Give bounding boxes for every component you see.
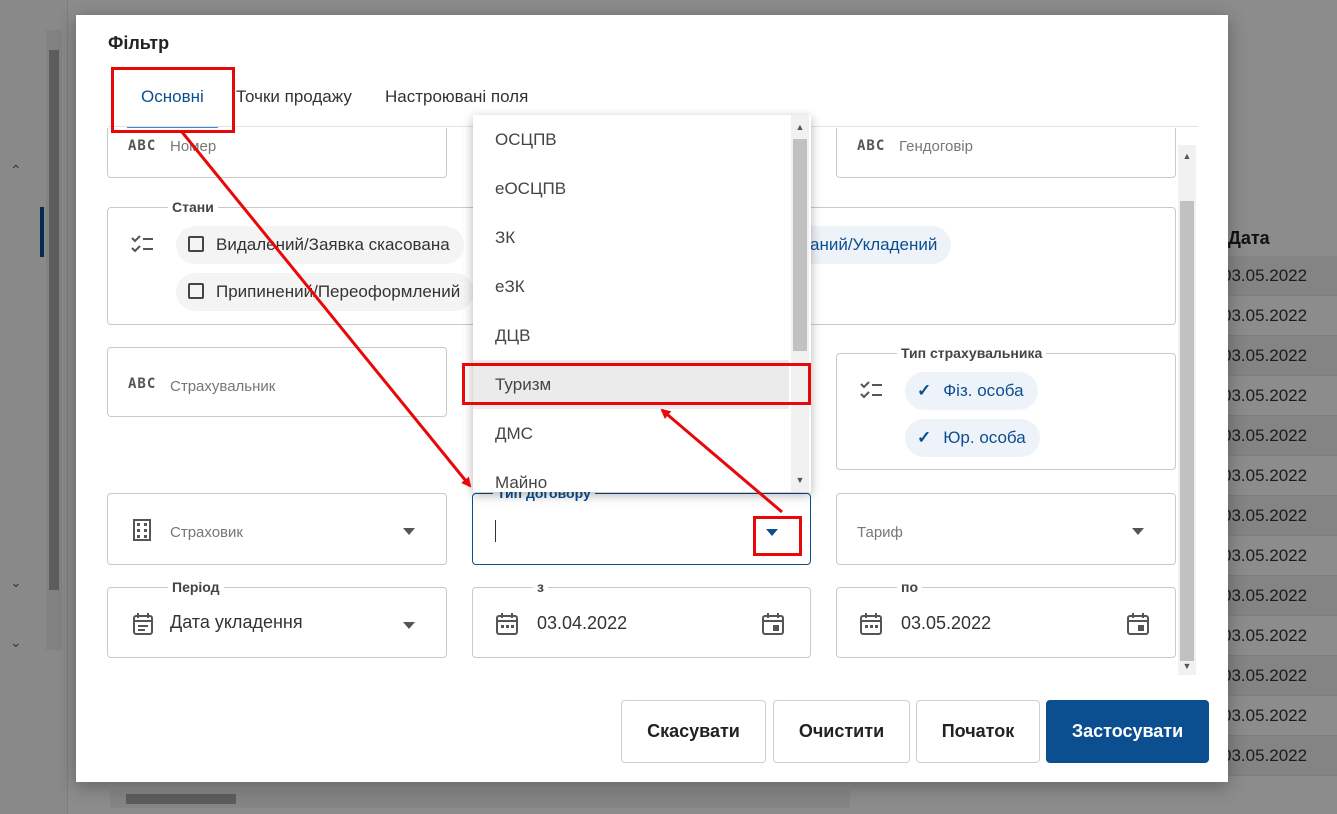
reset-button[interactable]: Початок <box>916 700 1040 763</box>
tab-sales-points[interactable]: Точки продажу <box>236 87 352 127</box>
checkbox[interactable] <box>188 236 204 252</box>
calendar-today-icon[interactable] <box>761 612 785 636</box>
annotation-box-option <box>462 363 811 405</box>
scroll-thumb[interactable] <box>793 139 807 351</box>
dropdown-option[interactable]: еЗК <box>473 262 789 311</box>
abc-icon: ABC <box>128 138 157 154</box>
annotation-box-arrow <box>753 516 802 556</box>
scroll-down-icon[interactable]: ▼ <box>1178 657 1196 675</box>
number-placeholder: Номер <box>170 138 217 155</box>
state-chip-terminated[interactable]: Припинений/Переоформлений <box>176 273 475 311</box>
dropdown-scrollbar[interactable]: ▲ ▼ <box>791 115 809 492</box>
dropdown-option[interactable]: Майно <box>473 458 789 492</box>
calendar-today-icon[interactable] <box>1126 612 1150 636</box>
check-icon: ✓ <box>917 428 932 447</box>
abc-icon: ABC <box>128 376 157 392</box>
general-contract-placeholder: Гендоговір <box>899 138 973 155</box>
event-note-icon <box>133 613 153 635</box>
policyholder-type-field: Тип страхувальника ✓ Фіз. особа ✓ Юр. особ… <box>836 345 1176 470</box>
building-icon <box>133 519 151 541</box>
cancel-button[interactable]: Скасувати <box>621 700 766 763</box>
check-icon: ✓ <box>917 381 932 400</box>
state-chip-concluded[interactable]: аний/Укладений <box>788 226 952 264</box>
policyholder-type-legend: Тип страхувальника <box>897 345 1047 361</box>
calendar-icon <box>496 613 518 635</box>
tariff-select[interactable]: Тариф <box>836 493 1176 565</box>
checkbox[interactable] <box>188 283 204 299</box>
date-to-legend: по <box>897 579 923 595</box>
scroll-up-icon[interactable]: ▲ <box>1178 147 1196 165</box>
abc-icon: ABC <box>857 138 886 154</box>
tariff-placeholder: Тариф <box>857 524 903 541</box>
insurer-placeholder: Страховик <box>170 524 243 541</box>
insurer-select[interactable]: Страховик <box>107 493 447 565</box>
dropdown-option[interactable]: ОСЦПВ <box>473 115 789 164</box>
dropdown-option[interactable]: ЗК <box>473 213 789 262</box>
checklist-icon <box>131 235 153 253</box>
dialog-title: Фільтр <box>108 33 170 53</box>
dropdown-option[interactable]: ДМС <box>473 409 789 458</box>
text-cursor <box>495 520 496 542</box>
period-value: Дата укладення <box>170 612 303 632</box>
scroll-down-icon[interactable]: ▼ <box>791 472 809 488</box>
calendar-icon <box>860 613 882 635</box>
date-to-field[interactable]: по 03.05.2022 <box>836 579 1176 658</box>
date-from-value: 03.04.2022 <box>537 613 628 633</box>
scroll-up-icon[interactable]: ▲ <box>791 119 809 135</box>
dropdown-option[interactable]: еОСЦПВ <box>473 164 789 213</box>
period-select[interactable]: Період Дата укладення <box>107 579 447 658</box>
form-scrollbar[interactable]: ▲ ▼ <box>1178 145 1196 675</box>
dropdown-option[interactable]: ДЦВ <box>473 311 789 360</box>
dropdown-arrow-icon[interactable] <box>403 528 415 535</box>
state-chip-deleted[interactable]: Видалений/Заявка скасована <box>176 226 464 264</box>
dropdown-arrow-icon[interactable] <box>1132 528 1144 535</box>
general-contract-field[interactable]: ABC Гендоговір <box>836 128 1176 178</box>
checklist-icon <box>860 381 882 399</box>
scroll-thumb[interactable] <box>1180 201 1194 661</box>
number-field[interactable]: ABC Номер <box>107 128 447 178</box>
date-to-value: 03.05.2022 <box>901 613 992 633</box>
period-legend: Період <box>168 579 224 595</box>
contract-type-dropdown: ОСЦПВ еОСЦПВ ЗК еЗК ДЦВ Туризм ДМС Майно… <box>473 115 811 492</box>
clear-button[interactable]: Очистити <box>773 700 910 763</box>
dropdown-arrow-icon[interactable] <box>403 622 415 629</box>
date-from-legend: з <box>533 579 548 595</box>
apply-button[interactable]: Застосувати <box>1046 700 1209 763</box>
annotation-box-tab <box>111 67 235 133</box>
policyholder-placeholder: Страхувальник <box>170 378 276 395</box>
states-legend: Стани <box>168 199 218 215</box>
policyholder-field[interactable]: ABC Страхувальник <box>107 347 447 417</box>
type-chip-legal[interactable]: ✓ Юр. особа <box>905 419 1040 457</box>
type-chip-individual[interactable]: ✓ Фіз. особа <box>905 372 1038 410</box>
date-from-field[interactable]: з 03.04.2022 <box>472 579 811 658</box>
